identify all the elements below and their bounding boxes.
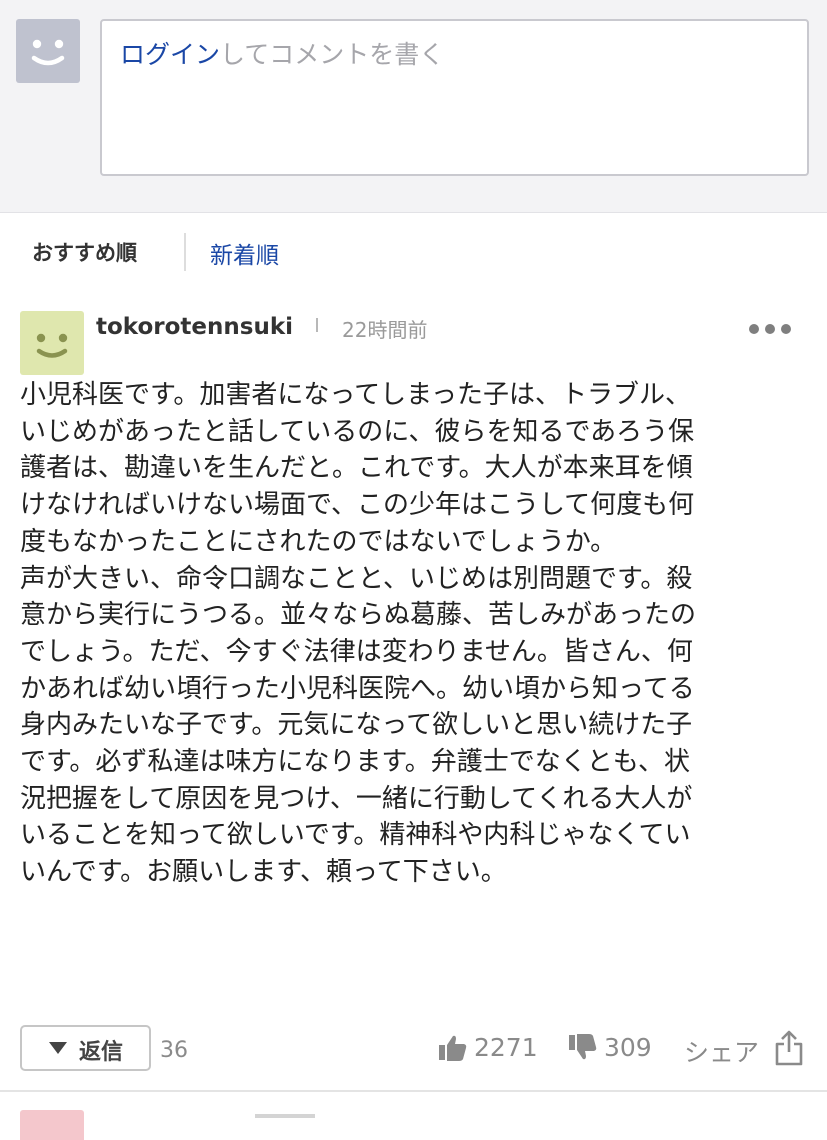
dislike-button[interactable]: 309 bbox=[568, 1031, 658, 1065]
sort-tabs: おすすめ順 新着順 bbox=[0, 213, 827, 293]
comment-composer-area: ログインしてコメントを書く bbox=[0, 0, 827, 213]
thumbs-down-icon bbox=[569, 1034, 597, 1060]
dislike-count: 309 bbox=[604, 1033, 652, 1062]
reply-count: 36 bbox=[160, 1038, 188, 1063]
next-comment-avatar bbox=[20, 1110, 84, 1140]
comment-divider bbox=[0, 1090, 827, 1092]
placeholder-text: してコメントを書く bbox=[220, 40, 445, 69]
tab-newest[interactable]: 新着順 bbox=[210, 236, 279, 270]
comment-paragraph: 声が大きい、命令口調なことと、いじめは別問題です。殺 意から実行にうつる。並々な… bbox=[20, 563, 697, 888]
more-dots-icon bbox=[749, 324, 759, 334]
more-options-button[interactable] bbox=[745, 317, 795, 341]
more-dot bbox=[765, 324, 775, 334]
triangle-down-icon bbox=[49, 1042, 67, 1054]
reply-label: 返信 bbox=[79, 1040, 124, 1065]
sort-divider bbox=[184, 233, 186, 271]
own-avatar bbox=[16, 19, 80, 83]
like-button[interactable]: 2271 bbox=[438, 1031, 548, 1065]
reply-button[interactable]: 返信 bbox=[20, 1025, 151, 1071]
comment-body: 小児科医です。加害者になってしまった子は、トラブル、 いじめがあったと話している… bbox=[20, 377, 810, 891]
share-icon bbox=[775, 1030, 803, 1066]
login-link[interactable]: ログイン bbox=[120, 40, 220, 69]
next-comment-meta bbox=[255, 1114, 315, 1118]
like-count: 2271 bbox=[474, 1033, 538, 1062]
smiley-face-icon bbox=[31, 39, 65, 66]
comment-placeholder: ログインしてコメントを書く bbox=[120, 35, 444, 71]
more-dot bbox=[781, 324, 791, 334]
tab-recommended[interactable]: おすすめ順 bbox=[32, 237, 137, 267]
smiley-face-icon bbox=[36, 333, 68, 358]
user-avatar[interactable] bbox=[20, 311, 84, 375]
share-button[interactable]: シェア bbox=[684, 1029, 809, 1069]
comment-paragraph: 小児科医です。加害者になってしまった子は、トラブル、 いじめがあったと話している… bbox=[20, 380, 695, 557]
comment-item: tokorotennsuki 22時間前 小児科医です。加害者になってしまった子… bbox=[0, 293, 827, 1093]
meta-separator bbox=[316, 318, 318, 332]
share-label: シェア bbox=[684, 1038, 760, 1067]
comment-timestamp: 22時間前 bbox=[342, 318, 428, 342]
comment-input-box[interactable]: ログインしてコメントを書く bbox=[100, 19, 809, 176]
thumbs-up-icon bbox=[439, 1035, 467, 1061]
comment-username[interactable]: tokorotennsuki bbox=[96, 314, 293, 340]
